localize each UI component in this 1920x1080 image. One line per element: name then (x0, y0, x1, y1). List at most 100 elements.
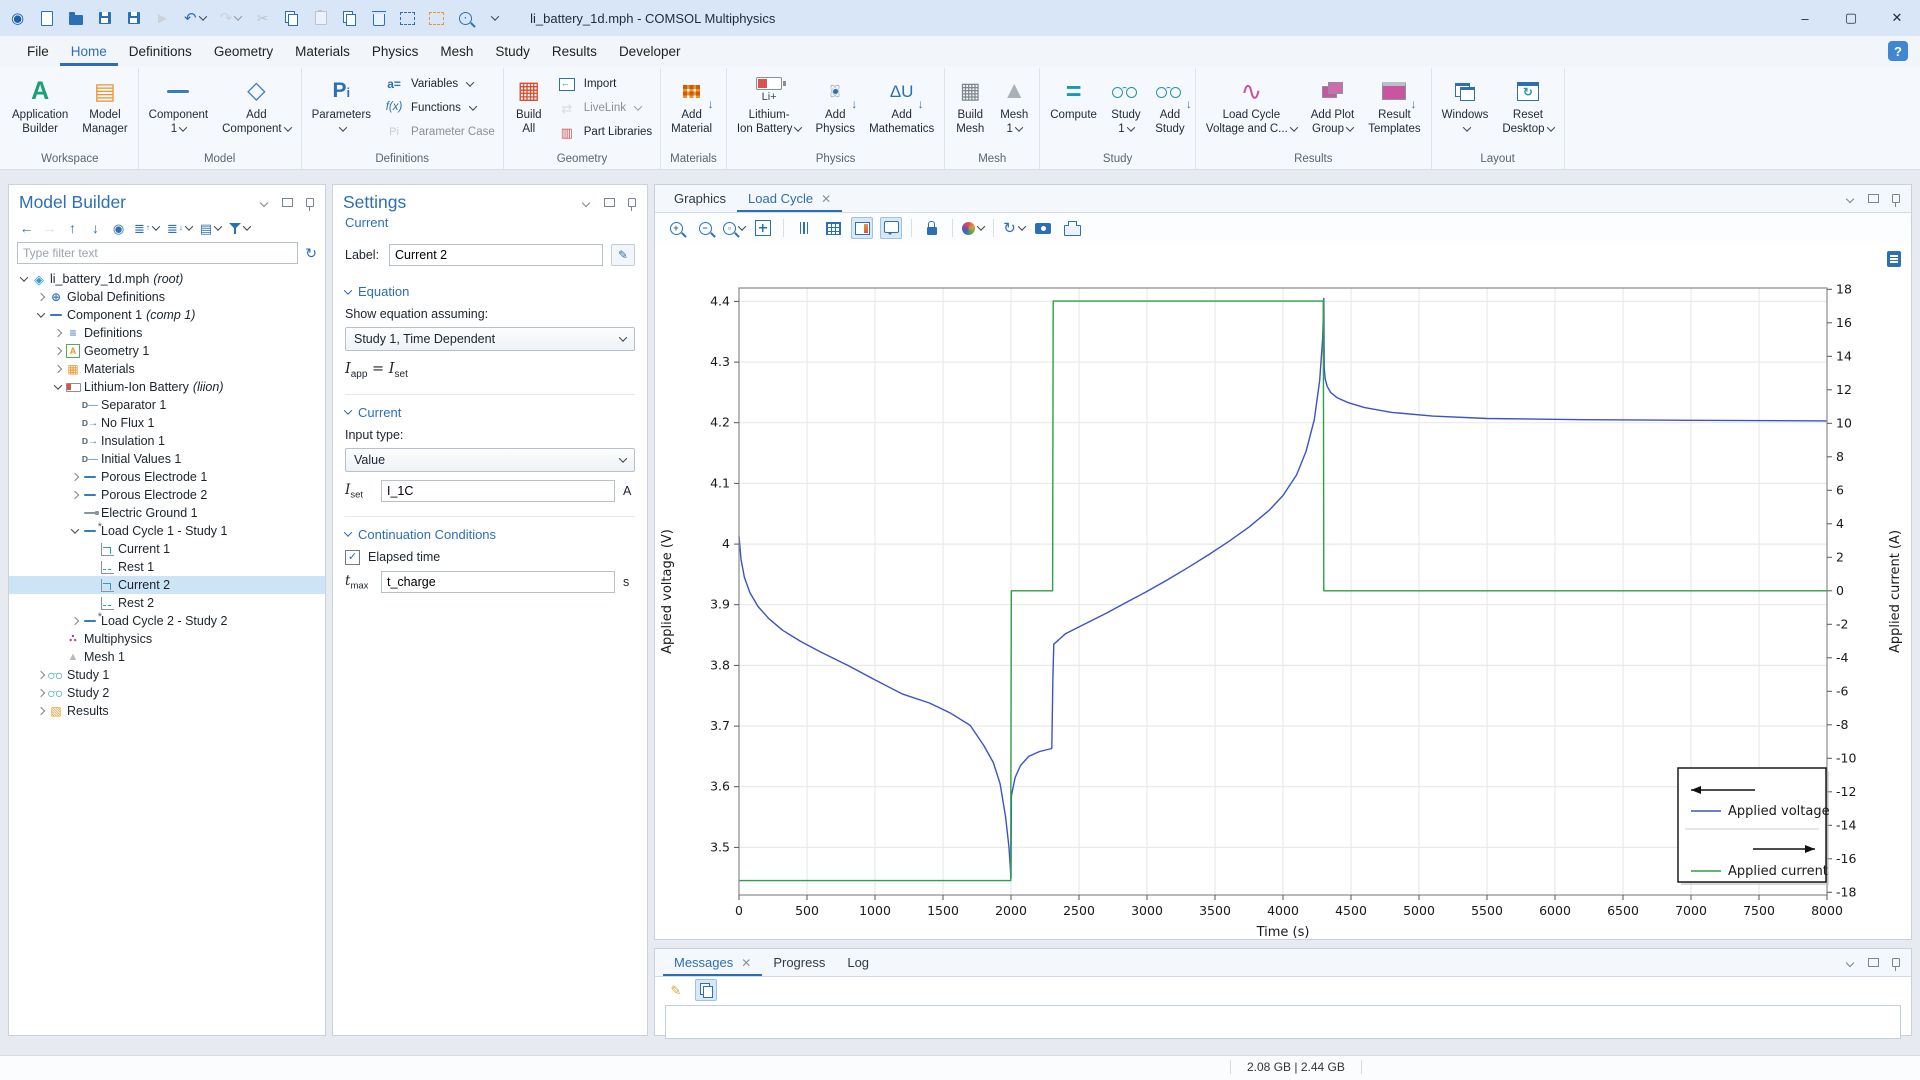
close-button[interactable]: ✕ (1874, 0, 1920, 36)
go-forward-icon[interactable]: → (42, 220, 57, 236)
refresh-icon[interactable]: ↻ (305, 246, 317, 260)
expand-all-icon[interactable]: ≣↓ (167, 220, 192, 236)
expander-icon[interactable] (51, 366, 64, 372)
plot-tooltip-icon[interactable] (880, 217, 902, 239)
menu-tab-file[interactable]: File (16, 36, 60, 66)
save-icon[interactable] (97, 10, 112, 26)
expander-icon[interactable] (34, 294, 47, 300)
help-button[interactable]: ? (1888, 41, 1908, 61)
tree-item-multiphysics[interactable]: ∴ Multiphysics (9, 630, 325, 648)
menu-tab-study[interactable]: Study (484, 36, 541, 66)
ribbon-button-add-study[interactable]: ↓ Add Study (1148, 71, 1192, 139)
zoom-in-icon[interactable]: + (665, 217, 687, 239)
ribbon-button-add-mathematics[interactable]: ΔU↓ Add Mathematics (862, 71, 941, 139)
delete-icon[interactable] (371, 10, 386, 26)
zoom-extents-icon[interactable] (752, 217, 774, 239)
tab-graphics[interactable]: Graphics (663, 185, 737, 212)
expander-icon[interactable] (68, 528, 81, 534)
ribbon-button-build-mesh[interactable]: ▦ Build Mesh (948, 71, 992, 139)
expander-icon[interactable] (51, 330, 64, 336)
tab-load-cycle[interactable]: Load Cycle ✕ (737, 185, 842, 212)
plot-canvas[interactable]: 0500100015002000250030003500400045005000… (655, 243, 1911, 939)
menu-tab-developer[interactable]: Developer (608, 36, 692, 66)
tree-item-current-2[interactable]: Current 2 (9, 576, 325, 594)
expander-icon[interactable] (51, 384, 64, 390)
tree-item-insulation-1[interactable]: D→ Insulation 1 (9, 432, 325, 450)
ribbon-button-parameters[interactable]: Pi Parameters (305, 71, 378, 139)
menu-tab-geometry[interactable]: Geometry (203, 36, 284, 66)
expander-icon[interactable] (68, 474, 81, 480)
open-file-icon[interactable] (68, 10, 83, 26)
tree-item-materials[interactable]: ▦ Materials (9, 360, 325, 378)
input-type-dropdown[interactable]: Value (345, 448, 635, 472)
tree-item-study-1[interactable]: Study 1 (9, 666, 325, 684)
expander-icon[interactable] (51, 348, 64, 354)
node-grouping-icon[interactable]: ▤ (200, 220, 221, 236)
filter-icon[interactable] (229, 220, 250, 236)
tree-item-current-1[interactable]: Current 1 (9, 540, 325, 558)
ribbon-button-build-all[interactable]: ▦ Build All (507, 71, 551, 139)
ribbon-button-mesh-1[interactable]: ▲ Mesh 1 (992, 71, 1036, 139)
tree-item-load-cycle-1-study-1[interactable]: Load Cycle 1 - Study 1 (9, 522, 325, 540)
ribbon-button-windows[interactable]: Windows (1435, 71, 1496, 139)
move-up-icon[interactable]: ↑ (65, 220, 80, 236)
grid-icon[interactable] (822, 217, 844, 239)
tab-log[interactable]: Log (836, 949, 880, 976)
tree-item-definitions[interactable]: ≡ Definitions (9, 324, 325, 342)
x-axis-grid-icon[interactable] (793, 217, 815, 239)
equation-study-dropdown[interactable]: Study 1, Time Dependent (345, 327, 635, 351)
minimize-button[interactable]: – (1782, 0, 1828, 36)
tree-item-study-2[interactable]: Study 2 (9, 684, 325, 702)
ribbon-button-add-material[interactable]: ↓ Add Material (664, 71, 719, 139)
messages-pin-icon[interactable] (1889, 956, 1903, 970)
graphics-float-icon[interactable] (1866, 192, 1880, 206)
zoom-out-icon[interactable]: − (694, 217, 716, 239)
plot-update-icon[interactable]: ↻ (1003, 217, 1025, 239)
redo-icon[interactable]: ↷ (220, 10, 242, 26)
tree-item-porous-electrode-2[interactable]: Porous Electrode 2 (9, 486, 325, 504)
tree-item-load-cycle-2-study-2[interactable]: Load Cycle 2 - Study 2 (9, 612, 325, 630)
ribbon-button-model-manager[interactable]: ▤ Model Manager (75, 71, 134, 139)
new-file-icon[interactable] (39, 10, 54, 26)
ribbon-button-parameter-case[interactable]: Pi Parameter Case (383, 122, 495, 142)
menu-tab-mesh[interactable]: Mesh (429, 36, 484, 66)
ribbon-button-variables[interactable]: a= Variables (383, 74, 495, 94)
rename-icon[interactable]: ✎ (611, 244, 635, 266)
ribbon-button-study-1[interactable]: Study 1 (1104, 71, 1148, 139)
clear-selection-icon[interactable] (429, 10, 444, 26)
go-back-icon[interactable]: ← (19, 220, 34, 236)
tree-item-no-flux-1[interactable]: D→ No Flux 1 (9, 414, 325, 432)
messages-float-icon[interactable] (1866, 956, 1880, 970)
legend-toggle-icon[interactable] (851, 217, 873, 239)
tree-item-geometry-1[interactable]: A Geometry 1 (9, 342, 325, 360)
collapse-all-icon[interactable]: ≣↑ (134, 220, 159, 236)
ribbon-button-reset-desktop[interactable]: ↻ Reset Desktop (1495, 71, 1560, 139)
ribbon-button-part-libraries[interactable]: ▥ Part Libraries (556, 122, 652, 142)
tree-item-rest-1[interactable]: Rest 1 (9, 558, 325, 576)
expander-icon[interactable] (34, 708, 47, 714)
color-theme-icon[interactable] (962, 217, 984, 239)
tree-item-separator-1[interactable]: D— Separator 1 (9, 396, 325, 414)
tree-item-initial-values-1[interactable]: D— Initial Values 1 (9, 450, 325, 468)
cut-icon[interactable]: ✂ (255, 10, 270, 26)
ribbon-button-lithium-ion-battery[interactable]: Li+ Lithium- Ion Battery (730, 71, 809, 139)
model-builder-menu-icon[interactable] (257, 196, 271, 210)
comsol-logo-icon[interactable]: ◉ (10, 10, 25, 26)
expander-icon[interactable] (17, 276, 30, 282)
maximize-button[interactable]: ▢ (1828, 0, 1874, 36)
tree-filter-input[interactable] (17, 242, 298, 264)
tree-item-electric-ground-1[interactable]: Electric Ground 1 (9, 504, 325, 522)
ribbon-button-add-physics[interactable]: ↓ Add Physics (808, 71, 862, 139)
ribbon-button-result-templates[interactable]: ↓ Result Templates (1361, 71, 1427, 139)
menu-tab-physics[interactable]: Physics (361, 36, 430, 66)
settings-menu-icon[interactable] (579, 196, 593, 210)
tree-item-li-battery-1d-mph[interactable]: ◈ li_battery_1d.mph (root) (9, 270, 325, 288)
view-lock-icon[interactable] (921, 217, 943, 239)
paste-icon[interactable] (313, 10, 328, 26)
expander-icon[interactable] (68, 492, 81, 498)
toolbar-overflow-icon[interactable] (487, 10, 502, 26)
close-icon[interactable]: ✕ (741, 956, 751, 970)
show-icon[interactable]: ◉ (111, 220, 126, 236)
tree-item-global-definitions[interactable]: ⊕ Global Definitions (9, 288, 325, 306)
ribbon-button-load-cycle-voltage-and-c[interactable]: ∿ Load Cycle Voltage and C... (1199, 71, 1304, 139)
